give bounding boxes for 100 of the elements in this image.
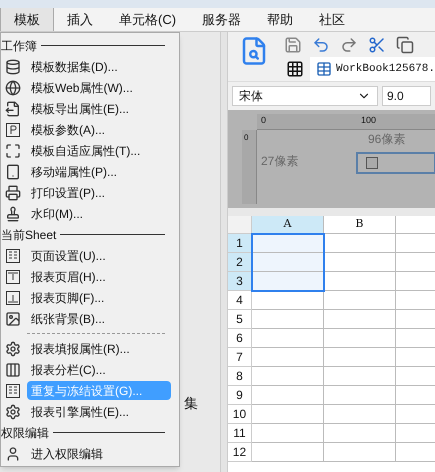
menu-entry[interactable]: 报表页脚(F)... — [27, 288, 171, 307]
menu-entry[interactable]: 报表引擎属性(E)... — [27, 402, 171, 421]
row-header[interactable]: 3 — [228, 272, 252, 291]
menu-entry[interactable]: 模板导出属性(E)... — [27, 99, 171, 118]
sheet-cell[interactable] — [324, 234, 396, 253]
menu-item[interactable]: 模板 — [0, 8, 54, 31]
row-header[interactable]: 5 — [228, 310, 252, 329]
menu-entry[interactable]: 进入权限编辑 — [27, 444, 171, 463]
sheet-cell[interactable] — [252, 291, 324, 310]
menu-icon — [5, 340, 21, 356]
sheet-cell[interactable] — [252, 272, 324, 291]
menu-item[interactable]: 服务器 — [189, 8, 254, 31]
sheet-cell[interactable] — [324, 272, 396, 291]
row-header[interactable]: 4 — [228, 291, 252, 310]
ruler-label: 100 — [360, 114, 376, 127]
menu-icon — [5, 142, 21, 158]
ruler-label: 0 — [260, 114, 266, 127]
sheet-cell[interactable] — [252, 386, 324, 405]
section-header: 工作簿 — [1, 38, 37, 54]
menu-item[interactable]: 插入 — [54, 8, 106, 31]
menu-icon — [5, 248, 21, 264]
sheet-cell[interactable] — [252, 253, 324, 272]
menu-entry[interactable]: 报表分栏(C)... — [27, 360, 171, 379]
sheet-cell[interactable] — [324, 253, 396, 272]
row-header[interactable]: 7 — [228, 348, 252, 367]
column-header[interactable]: A — [252, 216, 324, 234]
redo-icon[interactable] — [340, 36, 358, 54]
row-header[interactable]: 2 — [228, 253, 252, 272]
copy-icon[interactable] — [396, 36, 414, 54]
menu-entry[interactable]: 模板数据集(D)... — [27, 57, 171, 76]
column-header[interactable]: B — [324, 216, 396, 234]
menu-icon — [5, 58, 21, 74]
row-header[interactable]: 10 — [228, 405, 252, 424]
menu-entry[interactable]: 报表页眉(H)... — [27, 267, 171, 286]
section-header: 当前Sheet — [1, 226, 56, 244]
cut-icon[interactable] — [368, 36, 386, 54]
workbook-tab[interactable]: WorkBook125678. — [310, 57, 435, 81]
sheet-cell[interactable] — [252, 329, 324, 348]
menu-icon — [5, 100, 21, 116]
row-header[interactable]: 1 — [228, 234, 252, 253]
font-name: 宋体 — [238, 88, 263, 105]
row-header[interactable]: 9 — [228, 386, 252, 405]
menu-icon — [5, 80, 21, 96]
menu-icon — [5, 404, 21, 420]
menu-entry[interactable]: 模板Web属性(W)... — [27, 78, 171, 97]
row-header[interactable]: 11 — [228, 424, 252, 443]
menu-icon — [5, 206, 21, 222]
sheet-cell[interactable] — [252, 310, 324, 329]
menu-entry[interactable]: 打印设置(P)... — [27, 183, 171, 202]
sheet-cell[interactable] — [324, 348, 396, 367]
workbook-icon — [316, 61, 332, 77]
menu-item[interactable]: 帮助 — [254, 8, 306, 31]
undo-icon[interactable] — [312, 36, 330, 54]
panel-label: 集 — [184, 394, 198, 413]
sheet-cell[interactable] — [252, 424, 324, 443]
row-header[interactable]: 6 — [228, 329, 252, 348]
width-label: 96像素 — [368, 131, 406, 148]
ruler-label: 0 — [244, 132, 248, 144]
sheet-cell[interactable] — [252, 443, 324, 462]
sheet-cell[interactable] — [324, 291, 396, 310]
height-label: 27像素 — [260, 153, 298, 170]
section-header: 权限编辑 — [1, 424, 49, 442]
sheet-cell[interactable] — [324, 367, 396, 386]
add-sheet-icon[interactable] — [286, 60, 304, 78]
row-header[interactable]: 12 — [228, 443, 252, 462]
menu-icon — [5, 382, 21, 398]
menu-icon — [5, 446, 21, 462]
menu-entry[interactable]: 模板参数(A)... — [27, 120, 171, 139]
sheet-cell[interactable] — [324, 424, 396, 443]
sheet-cell[interactable] — [252, 367, 324, 386]
menu-icon — [5, 184, 21, 200]
sheet-cell[interactable] — [324, 386, 396, 405]
menu-entry[interactable]: 移动端属性(P)... — [27, 162, 171, 181]
sheet-cell[interactable] — [324, 329, 396, 348]
sheet-cell[interactable] — [324, 405, 396, 424]
corner-cell[interactable] — [228, 216, 252, 234]
menu-entry[interactable]: 报表填报属性(R)... — [27, 339, 171, 358]
splitter[interactable] — [220, 32, 228, 472]
font-select[interactable]: 宋体 — [232, 86, 378, 106]
menu-item[interactable]: 社区 — [306, 8, 358, 31]
row-header[interactable]: 8 — [228, 367, 252, 386]
checkbox-widget — [366, 157, 378, 169]
menu-entry[interactable]: 纸张背景(B)... — [27, 309, 171, 328]
menu-entry[interactable]: 模板自适应属性(T)... — [27, 141, 171, 160]
size-select[interactable]: 9.0 — [382, 86, 431, 106]
menu-icon — [5, 164, 21, 180]
menu-item[interactable]: 单元格(C) — [106, 8, 190, 31]
menu-icon — [5, 268, 21, 284]
menu-icon — [5, 362, 21, 378]
widget-frame[interactable] — [356, 152, 435, 174]
menu-entry[interactable]: 页面设置(U)... — [27, 246, 171, 265]
sheet-cell[interactable] — [324, 443, 396, 462]
sheet-cell[interactable] — [252, 405, 324, 424]
menu-icon — [5, 310, 21, 326]
sheet-cell[interactable] — [324, 310, 396, 329]
menu-icon — [5, 122, 21, 138]
sheet-cell[interactable] — [252, 348, 324, 367]
sheet-cell[interactable] — [252, 234, 324, 253]
menu-entry[interactable]: 水印(M)... — [27, 204, 171, 223]
save-icon[interactable] — [284, 36, 302, 54]
